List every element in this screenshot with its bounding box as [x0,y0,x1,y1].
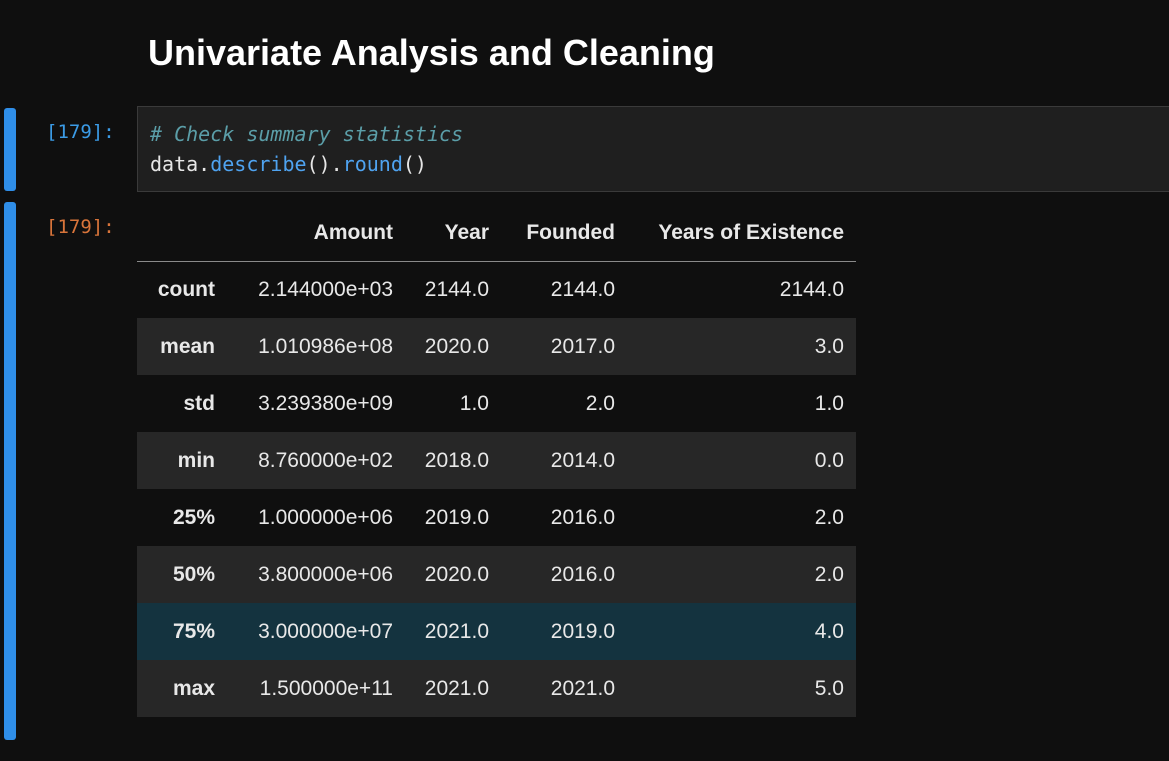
table-cell: 3.0 [814,334,844,358]
table-cell: 2.0 [814,562,844,586]
code-line-comment: # Check summary statistics [150,119,1169,149]
dataframe-output-table: Amount Year Founded Years of Existence c… [137,205,856,717]
table-cell: 2016.0 [550,505,615,529]
table-cell: 1.010986e+08 [258,334,393,358]
column-header-founded: Founded [501,205,627,262]
column-header-index [137,205,225,262]
row-label: min [177,448,215,472]
table-cell: 0.0 [814,448,844,472]
code-function-describe: describe [210,152,307,176]
table-row: 25% 1.000000e+06 2019.0 2016.0 2.0 [137,489,856,546]
table-cell: 2144.0 [779,277,844,301]
table-cell: 2017.0 [550,334,615,358]
table-row: 50% 3.800000e+06 2020.0 2016.0 2.0 [137,546,856,603]
table-cell: 1.0 [459,391,489,415]
table-cell: 1.000000e+06 [258,505,393,529]
table-cell: 3.000000e+07 [258,619,393,643]
table-cell: 1.500000e+11 [259,676,393,700]
table-cell: 2021.0 [424,619,489,643]
row-label: count [157,277,215,301]
code-function-round: round [342,152,403,176]
table-row: min 8.760000e+02 2018.0 2014.0 0.0 [137,432,856,489]
table-cell: 2144.0 [424,277,489,301]
table-cell: 4.0 [814,619,844,643]
table-cell: 2021.0 [550,676,615,700]
cell-selection-indicator-output[interactable] [4,202,16,740]
table-cell: 2016.0 [550,562,615,586]
table-cell: 3.239380e+09 [258,391,393,415]
table-cell: 2144.0 [550,277,615,301]
row-label: 50% [172,562,215,586]
code-cell-editor[interactable]: # Check summary statistics data.describe… [137,106,1169,192]
table-cell: 2021.0 [424,676,489,700]
row-label: mean [160,334,215,358]
row-label: 75% [172,619,215,643]
code-comment: # Check summary statistics [150,122,464,146]
row-label: std [183,391,216,415]
table-row: mean 1.010986e+08 2020.0 2017.0 3.0 [137,318,856,375]
cell-selection-indicator-input[interactable] [4,108,16,191]
table-header-row: Amount Year Founded Years of Existence [137,205,856,262]
table-row: std 3.239380e+09 1.0 2.0 1.0 [137,375,856,432]
output-prompt: [179]: [46,216,115,238]
row-label: max [172,676,215,700]
input-prompt: [179]: [46,121,115,143]
code-punctuation: (). [306,152,343,176]
table-cell: 2.0 [585,391,615,415]
code-object: data. [150,152,211,176]
table-cell: 5.0 [814,676,844,700]
code-line-statement: data.describe().round() [150,149,1169,179]
table-cell: 2019.0 [424,505,489,529]
table-row: count 2.144000e+03 2144.0 2144.0 2144.0 [137,261,856,318]
table-cell: 1.0 [814,391,844,415]
notebook-page: Univariate Analysis and Cleaning [179]: … [0,0,1169,761]
table-cell: 3.800000e+06 [258,562,393,586]
code-call-end: () [402,152,427,176]
table-cell: 2019.0 [550,619,615,643]
table-row-hovered: 75% 3.000000e+07 2021.0 2019.0 4.0 [137,603,856,660]
table-cell: 8.760000e+02 [258,448,393,472]
column-header-years-of-existence: Years of Existence [627,205,856,262]
table-cell: 2020.0 [424,562,489,586]
table-row: max 1.500000e+11 2021.0 2021.0 5.0 [137,660,856,717]
table-cell: 2.0 [814,505,844,529]
column-header-amount: Amount [225,205,405,262]
markdown-heading: Univariate Analysis and Cleaning [148,32,715,73]
table-cell: 2020.0 [424,334,489,358]
row-label: 25% [172,505,215,529]
table-cell: 2.144000e+03 [258,277,393,301]
table-cell: 2018.0 [424,448,489,472]
column-header-year: Year [405,205,501,262]
table-cell: 2014.0 [550,448,615,472]
